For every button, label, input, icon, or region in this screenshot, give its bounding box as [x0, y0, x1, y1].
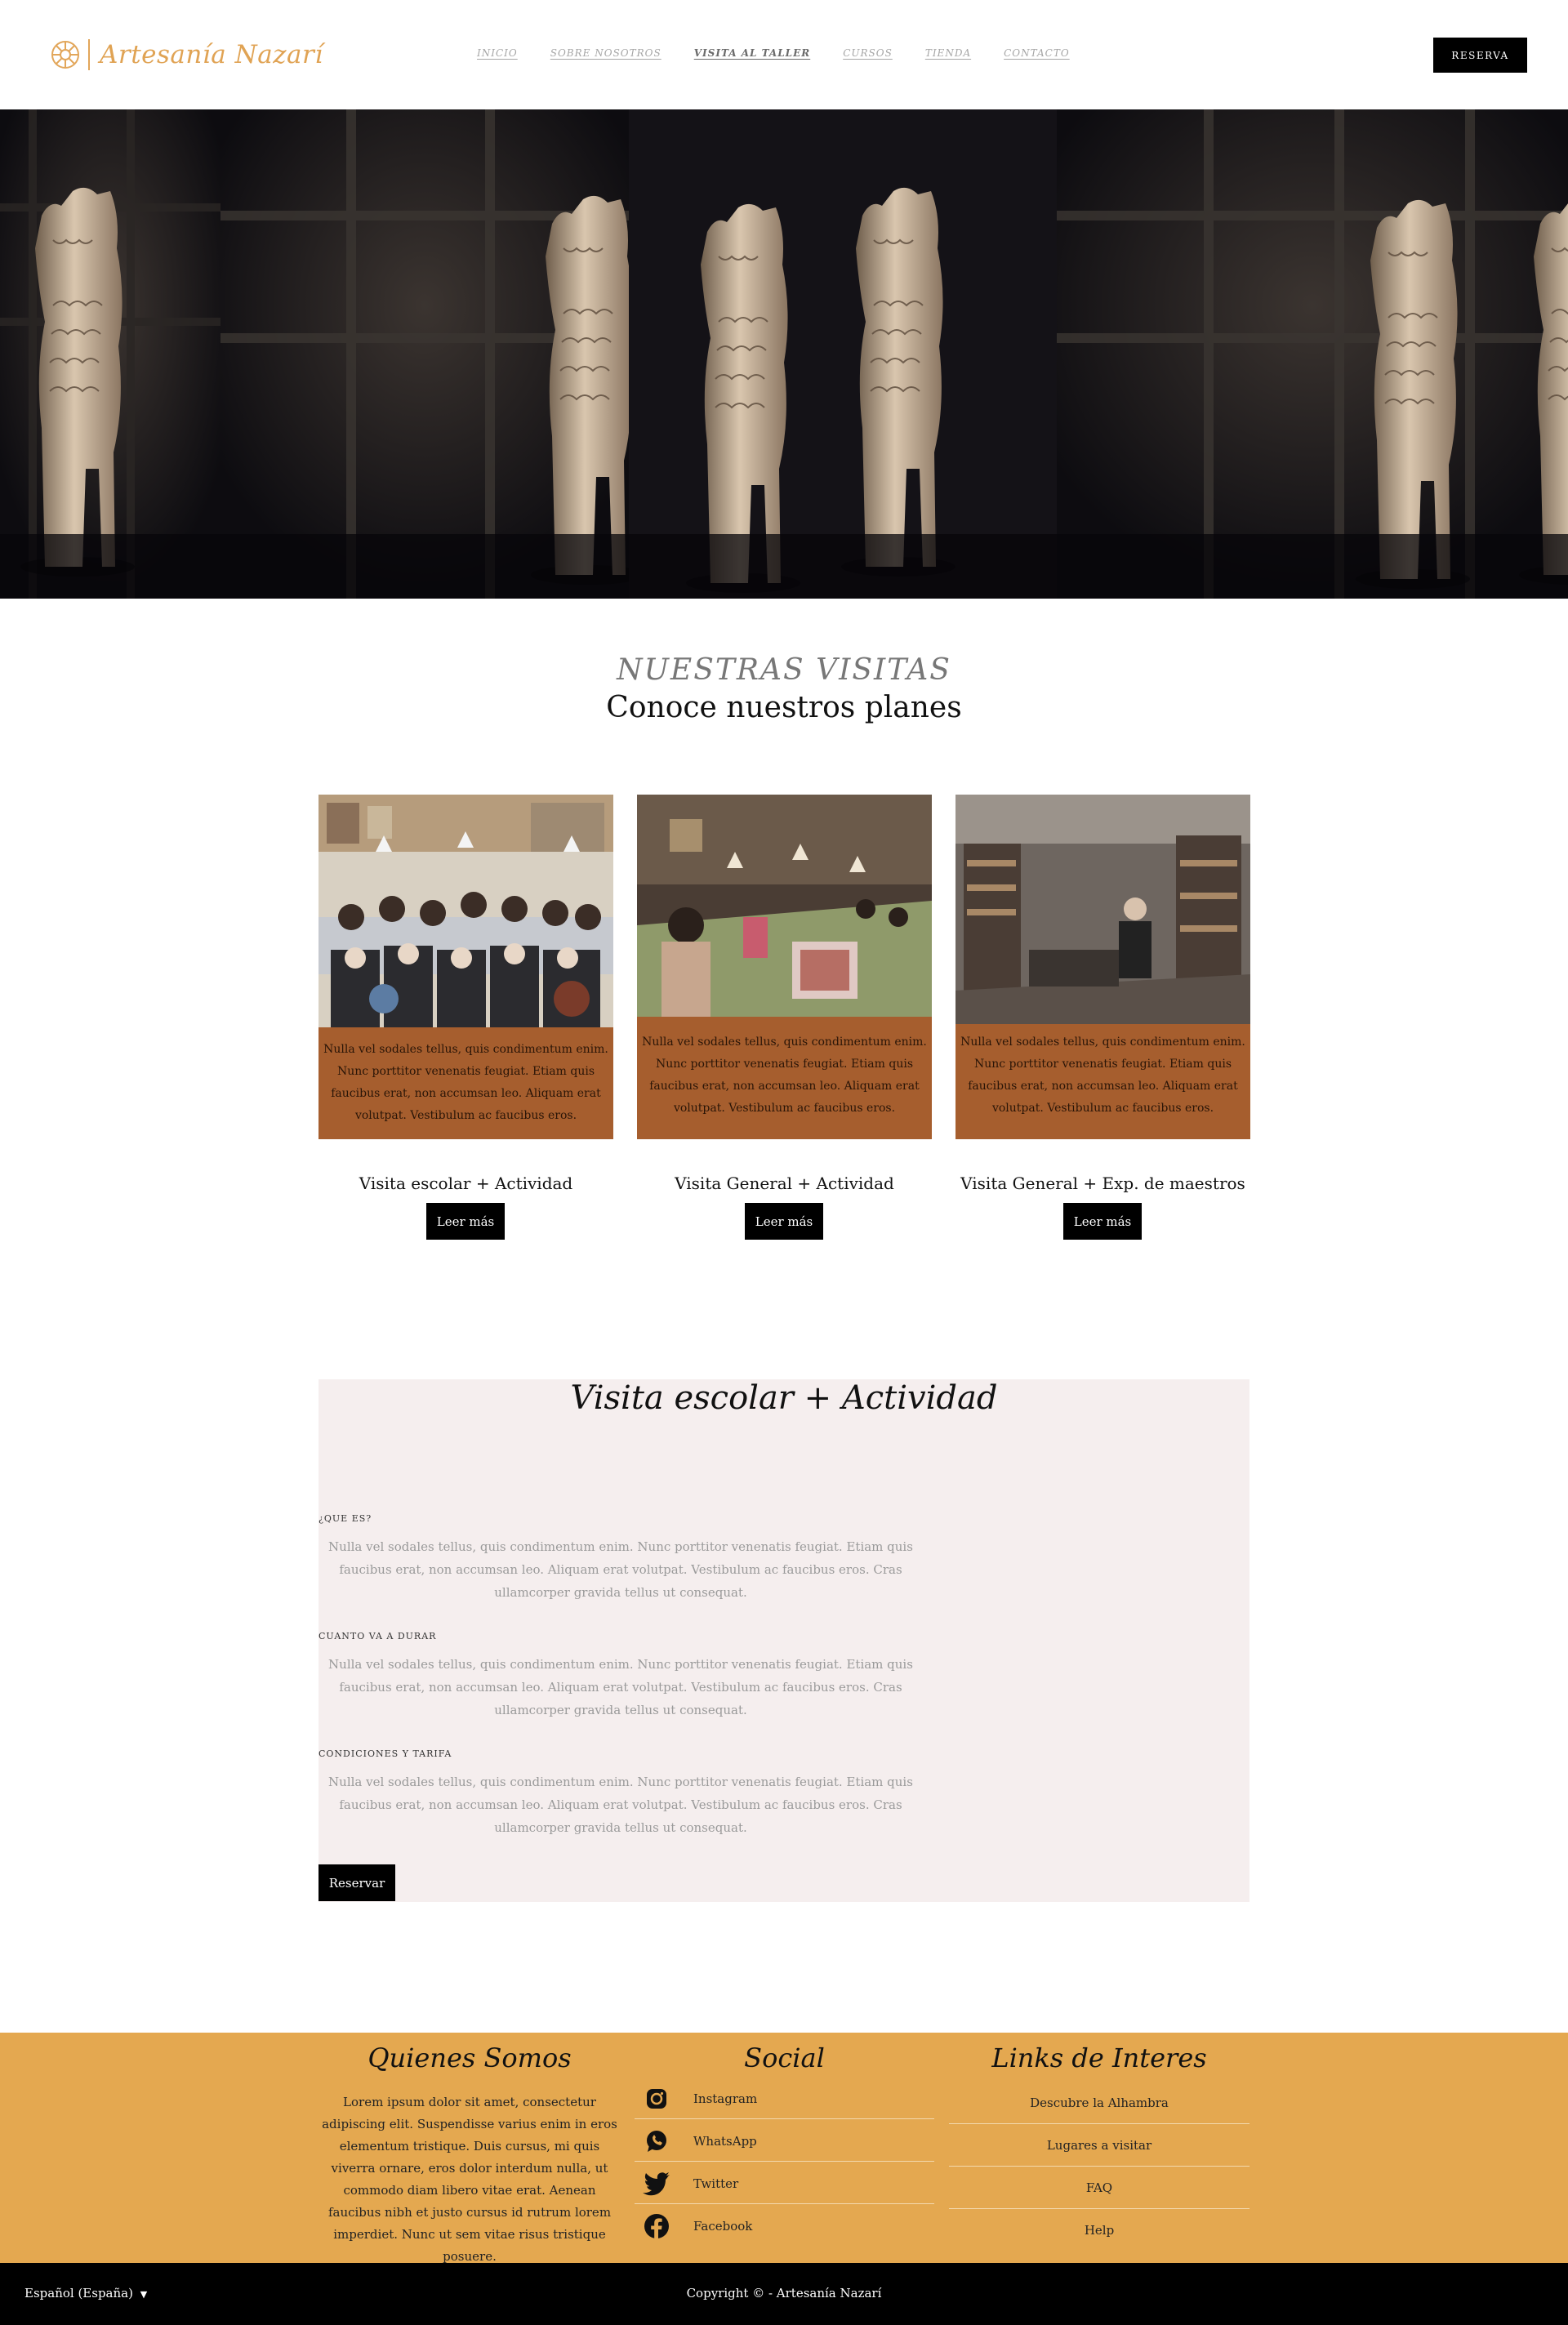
detail-text: Nulla vel sodales tellus, quis condiment… — [328, 1657, 913, 1717]
hero-banner — [0, 109, 1568, 599]
leer-mas-button[interactable]: Leer más — [426, 1203, 505, 1240]
site-footer: Quienes Somos Lorem ipsum dolor sit amet… — [0, 2033, 1568, 2264]
social-link-whatsapp[interactable]: WhatsApp — [635, 2121, 934, 2162]
visit-card: Nulla vel sodales tellus, quis condiment… — [318, 795, 613, 1139]
visits-title: Conoce nuestros planes — [606, 691, 962, 724]
detail-title: Visita escolar + Actividad — [570, 1379, 998, 1417]
card-photo-workshop-class — [637, 795, 932, 1017]
facebook-icon — [643, 2212, 670, 2240]
card-photo-master-artisan — [956, 795, 1250, 1024]
footer-link-lugares[interactable]: Lugares a visitar — [949, 2124, 1250, 2167]
social-label: Twitter — [693, 2176, 739, 2191]
reserva-button[interactable]: RESERVA — [1433, 38, 1527, 73]
instagram-icon — [643, 2085, 670, 2113]
card-description: Nulla vel sodales tellus, quis condiment… — [323, 1043, 608, 1122]
social-label: Instagram — [693, 2091, 758, 2106]
detail-heading: ¿QUE ES? — [318, 1513, 372, 1524]
leer-mas-button[interactable]: Leer más — [1063, 1203, 1142, 1240]
social-title: Social — [744, 2042, 825, 2073]
links-title: Links de Interes — [991, 2042, 1207, 2073]
about-text: Lorem ipsum dolor sit amet, consectetur … — [322, 2095, 617, 2264]
card-photo-school-group — [318, 795, 613, 1027]
brand-logo[interactable]: Artesanía Nazarí — [51, 36, 323, 73]
social-label: Facebook — [693, 2219, 753, 2234]
social-link-twitter[interactable]: Twitter — [635, 2163, 934, 2204]
visit-card: Nulla vel sodales tellus, quis condiment… — [956, 795, 1250, 1139]
nav-inicio[interactable]: INICIO — [477, 47, 518, 59]
visit-detail-panel: Visita escolar + Actividad ¿QUE ES? Null… — [318, 1379, 1250, 1902]
social-link-instagram[interactable]: Instagram — [635, 2078, 934, 2119]
card-description: Nulla vel sodales tellus, quis condiment… — [960, 1036, 1245, 1115]
logo-emblem-icon — [51, 41, 79, 69]
about-title: Quienes Somos — [368, 2042, 572, 2073]
visit-card: Nulla vel sodales tellus, quis condiment… — [637, 795, 932, 1139]
hero-image — [0, 109, 1568, 599]
reservar-button[interactable]: Reservar — [318, 1864, 395, 1901]
card-title: Visita General + Actividad — [675, 1174, 894, 1193]
whatsapp-icon — [643, 2127, 670, 2155]
footer-link-alhambra[interactable]: Descubre la Alhambra — [949, 2082, 1250, 2124]
visits-kicker: NUESTRAS VISITAS — [617, 653, 951, 687]
detail-text: Nulla vel sodales tellus, quis condiment… — [328, 1539, 913, 1600]
footer-link-help[interactable]: Help — [949, 2209, 1250, 2252]
card-description: Nulla vel sodales tellus, quis condiment… — [642, 1036, 927, 1115]
social-link-facebook[interactable]: Facebook — [635, 2206, 934, 2247]
detail-heading: CUANTO VA A DURAR — [318, 1631, 437, 1641]
bottom-bar: Español (España) ▼ Copyright © - Artesan… — [0, 2263, 1568, 2325]
twitter-icon — [643, 2170, 670, 2198]
logo-divider — [88, 39, 90, 70]
nav-cursos[interactable]: CURSOS — [843, 47, 893, 59]
main-nav: INICIO SOBRE NOSOTROS VISITA AL TALLER C… — [477, 47, 1102, 59]
site-header: Artesanía Nazarí INICIO SOBRE NOSOTROS V… — [0, 0, 1568, 109]
nav-visita-al-taller[interactable]: VISITA AL TALLER — [694, 47, 810, 59]
leer-mas-button[interactable]: Leer más — [745, 1203, 823, 1240]
detail-heading: CONDICIONES Y TARIFA — [318, 1748, 452, 1759]
nav-contacto[interactable]: CONTACTO — [1004, 47, 1070, 59]
nav-tienda[interactable]: TIENDA — [925, 47, 971, 59]
card-title: Visita escolar + Actividad — [359, 1174, 573, 1193]
nav-sobre-nosotros[interactable]: SOBRE NOSOTROS — [550, 47, 662, 59]
copyright-text: Copyright © - Artesanía Nazarí — [686, 2286, 882, 2301]
detail-text: Nulla vel sodales tellus, quis condiment… — [328, 1775, 913, 1835]
social-label: WhatsApp — [693, 2133, 757, 2149]
brand-name: Artesanía Nazarí — [100, 40, 323, 69]
card-title: Visita General + Exp. de maestros — [960, 1174, 1245, 1193]
footer-link-faq[interactable]: FAQ — [949, 2167, 1250, 2209]
